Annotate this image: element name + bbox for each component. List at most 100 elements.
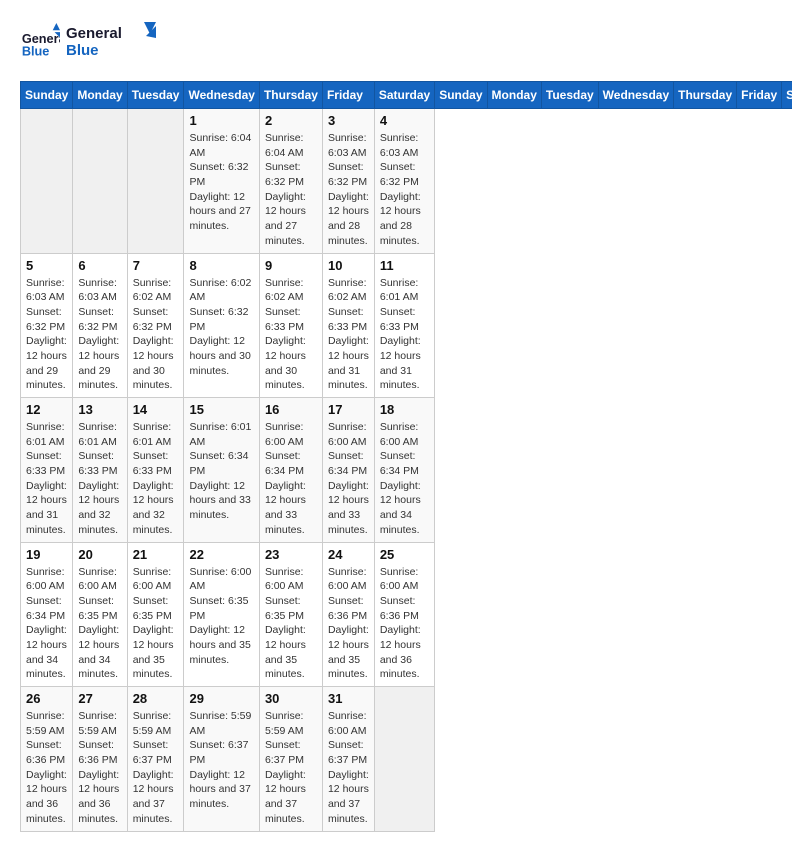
day-number: 13	[78, 402, 121, 417]
day-of-week-header: Friday	[737, 82, 782, 109]
day-info: Sunrise: 6:01 AM Sunset: 6:34 PM Dayligh…	[189, 420, 253, 523]
day-number: 19	[26, 547, 67, 562]
calendar-cell: 15Sunrise: 6:01 AM Sunset: 6:34 PM Dayli…	[184, 398, 259, 543]
calendar-cell: 12 Sunrise: 6:01 AM Sunset: 6:33 PM Dayli…	[21, 398, 73, 543]
day-number: 10	[328, 258, 369, 273]
day-info: Sunrise: 6:03 AM Sunset: 6:32 PM Dayligh…	[78, 276, 121, 394]
calendar-cell	[374, 687, 434, 832]
calendar-cell: 24 Sunrise: 6:00 AM Sunset: 6:36 PM Dayli…	[322, 542, 374, 687]
day-number: 29	[189, 691, 253, 706]
calendar-week-row: 5 Sunrise: 6:03 AM Sunset: 6:32 PM Daylig…	[21, 253, 792, 398]
calendar-cell: 9 Sunrise: 6:02 AM Sunset: 6:33 PM Daylig…	[259, 253, 322, 398]
day-number: 6	[78, 258, 121, 273]
day-info: Sunrise: 6:03 AM Sunset: 6:32 PM Dayligh…	[328, 131, 369, 249]
calendar-week-row: 19 Sunrise: 6:00 AM Sunset: 6:34 PM Dayli…	[21, 542, 792, 687]
calendar-cell: 19 Sunrise: 6:00 AM Sunset: 6:34 PM Dayli…	[21, 542, 73, 687]
day-of-week-header: Monday	[73, 82, 127, 109]
day-of-week-header: Friday	[322, 82, 374, 109]
calendar-cell: 13 Sunrise: 6:01 AM Sunset: 6:33 PM Dayli…	[73, 398, 127, 543]
day-info: Sunrise: 6:00 AM Sunset: 6:36 PM Dayligh…	[328, 565, 369, 683]
day-info: Sunrise: 6:01 AM Sunset: 6:33 PM Dayligh…	[26, 420, 67, 538]
calendar-cell: 17 Sunrise: 6:00 AM Sunset: 6:34 PM Dayli…	[322, 398, 374, 543]
calendar-cell: 6 Sunrise: 6:03 AM Sunset: 6:32 PM Daylig…	[73, 253, 127, 398]
calendar-cell: 25Sunrise: 6:00 AM Sunset: 6:36 PM Dayli…	[374, 542, 434, 687]
day-number: 17	[328, 402, 369, 417]
day-info: Sunrise: 6:00 AM Sunset: 6:37 PM Dayligh…	[328, 709, 369, 827]
day-number: 2	[265, 113, 317, 128]
day-number: 24	[328, 547, 369, 562]
day-number: 18	[380, 402, 429, 417]
day-of-week-header: Tuesday	[127, 82, 184, 109]
day-of-week-header: Sunday	[21, 82, 73, 109]
day-info: Sunrise: 6:04 AM Sunset: 6:32 PM Dayligh…	[189, 131, 253, 234]
calendar-cell: 23 Sunrise: 6:00 AM Sunset: 6:35 PM Dayli…	[259, 542, 322, 687]
day-info: Sunrise: 6:00 AM Sunset: 6:34 PM Dayligh…	[380, 420, 429, 538]
day-info: Sunrise: 6:00 AM Sunset: 6:35 PM Dayligh…	[133, 565, 179, 683]
day-info: Sunrise: 6:01 AM Sunset: 6:33 PM Dayligh…	[133, 420, 179, 538]
day-number: 12	[26, 402, 67, 417]
day-of-week-header: Tuesday	[541, 82, 598, 109]
day-number: 25	[380, 547, 429, 562]
day-number: 28	[133, 691, 179, 706]
day-number: 5	[26, 258, 67, 273]
day-number: 8	[189, 258, 253, 273]
day-number: 20	[78, 547, 121, 562]
day-number: 22	[189, 547, 253, 562]
day-number: 26	[26, 691, 67, 706]
day-info: Sunrise: 6:00 AM Sunset: 6:34 PM Dayligh…	[26, 565, 67, 683]
day-of-week-header: Sunday	[435, 82, 487, 109]
day-info: Sunrise: 6:01 AM Sunset: 6:33 PM Dayligh…	[380, 276, 429, 394]
calendar-cell: 22 Sunrise: 6:00 AM Sunset: 6:35 PM Dayli…	[184, 542, 259, 687]
day-info: Sunrise: 5:59 AM Sunset: 6:36 PM Dayligh…	[78, 709, 121, 827]
day-info: Sunrise: 6:04 AM Sunset: 6:32 PM Dayligh…	[265, 131, 317, 249]
calendar-cell	[127, 109, 184, 254]
calendar-cell: 29 Sunrise: 5:59 AM Sunset: 6:37 PM Dayli…	[184, 687, 259, 832]
day-number: 7	[133, 258, 179, 273]
day-info: Sunrise: 6:00 AM Sunset: 6:34 PM Dayligh…	[328, 420, 369, 538]
day-number: 23	[265, 547, 317, 562]
day-number: 14	[133, 402, 179, 417]
day-info: Sunrise: 6:02 AM Sunset: 6:32 PM Dayligh…	[133, 276, 179, 394]
calendar-cell: 8 Sunrise: 6:02 AM Sunset: 6:32 PM Daylig…	[184, 253, 259, 398]
day-info: Sunrise: 6:01 AM Sunset: 6:33 PM Dayligh…	[78, 420, 121, 538]
calendar-cell: 14 Sunrise: 6:01 AM Sunset: 6:33 PM Dayli…	[127, 398, 184, 543]
calendar-table: SundayMondayTuesdayWednesdayThursdayFrid…	[20, 81, 792, 832]
calendar-cell: 1 Sunrise: 6:04 AM Sunset: 6:32 PM Daylig…	[184, 109, 259, 254]
calendar-cell: 18 Sunrise: 6:00 AM Sunset: 6:34 PM Dayli…	[374, 398, 434, 543]
svg-text:Blue: Blue	[66, 42, 99, 59]
svg-text:Blue: Blue	[22, 43, 50, 58]
day-number: 1	[189, 113, 253, 128]
calendar-cell: 4 Sunrise: 6:03 AM Sunset: 6:32 PM Daylig…	[374, 109, 434, 254]
day-info: Sunrise: 6:00 AM Sunset: 6:35 PM Dayligh…	[265, 565, 317, 683]
calendar-week-row: 12 Sunrise: 6:01 AM Sunset: 6:33 PM Dayli…	[21, 398, 792, 543]
day-info: Sunrise: 5:59 AM Sunset: 6:37 PM Dayligh…	[265, 709, 317, 827]
day-info: Sunrise: 6:00 AM Sunset: 6:34 PM Dayligh…	[265, 420, 317, 538]
calendar-cell: 27Sunrise: 5:59 AM Sunset: 6:36 PM Dayli…	[73, 687, 127, 832]
day-number: 30	[265, 691, 317, 706]
day-info: Sunrise: 6:02 AM Sunset: 6:32 PM Dayligh…	[189, 276, 253, 379]
calendar-cell: 7 Sunrise: 6:02 AM Sunset: 6:32 PM Daylig…	[127, 253, 184, 398]
day-info: Sunrise: 6:02 AM Sunset: 6:33 PM Dayligh…	[265, 276, 317, 394]
day-of-week-header: Saturday	[374, 82, 434, 109]
day-of-week-header: Wednesday	[598, 82, 673, 109]
day-number: 9	[265, 258, 317, 273]
calendar-cell: 10Sunrise: 6:02 AM Sunset: 6:33 PM Dayli…	[322, 253, 374, 398]
day-info: Sunrise: 5:59 AM Sunset: 6:36 PM Dayligh…	[26, 709, 67, 827]
day-of-week-header: Wednesday	[184, 82, 259, 109]
calendar-cell: 31Sunrise: 6:00 AM Sunset: 6:37 PM Dayli…	[322, 687, 374, 832]
calendar-header-row: SundayMondayTuesdayWednesdayThursdayFrid…	[21, 82, 792, 109]
calendar-cell: 5Sunrise: 6:03 AM Sunset: 6:32 PM Daylig…	[21, 253, 73, 398]
day-number: 4	[380, 113, 429, 128]
day-info: Sunrise: 6:00 AM Sunset: 6:35 PM Dayligh…	[189, 565, 253, 668]
day-info: Sunrise: 6:03 AM Sunset: 6:32 PM Dayligh…	[380, 131, 429, 249]
calendar-cell: 30 Sunrise: 5:59 AM Sunset: 6:37 PM Dayli…	[259, 687, 322, 832]
day-number: 3	[328, 113, 369, 128]
calendar-week-row: 1 Sunrise: 6:04 AM Sunset: 6:32 PM Daylig…	[21, 109, 792, 254]
calendar-week-row: 26 Sunrise: 5:59 AM Sunset: 6:36 PM Dayli…	[21, 687, 792, 832]
calendar-cell: 20Sunrise: 6:00 AM Sunset: 6:35 PM Dayli…	[73, 542, 127, 687]
calendar-cell	[73, 109, 127, 254]
svg-text:General: General	[66, 25, 122, 42]
calendar-cell	[21, 109, 73, 254]
logo: General Blue General Blue	[20, 20, 156, 65]
day-info: Sunrise: 5:59 AM Sunset: 6:37 PM Dayligh…	[189, 709, 253, 812]
